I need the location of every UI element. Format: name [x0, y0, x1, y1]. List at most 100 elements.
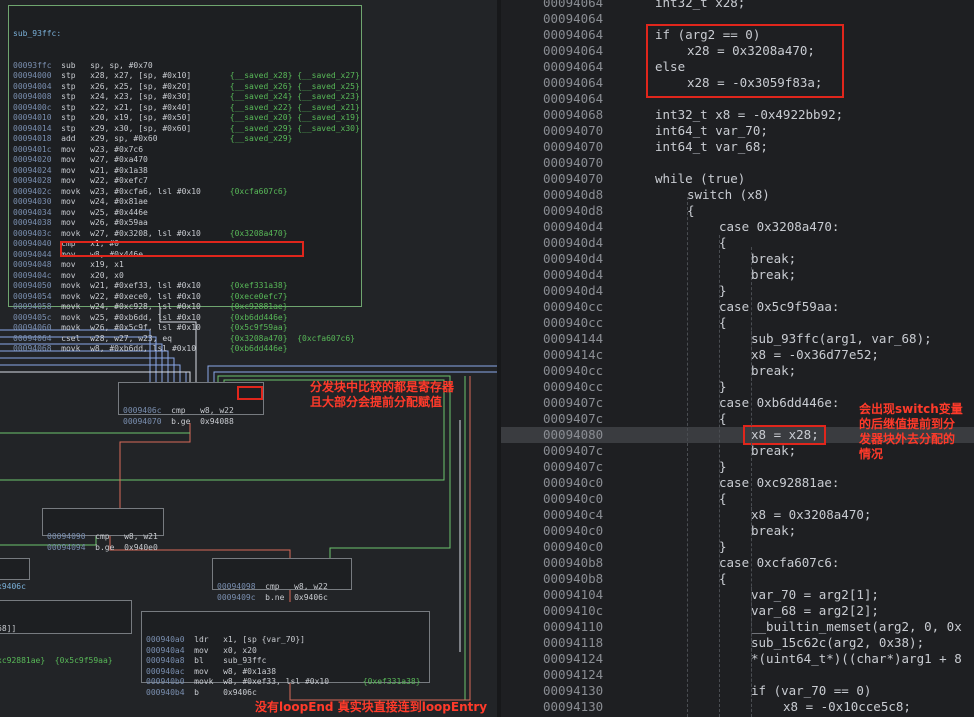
code-line[interactable]: 00094124	[501, 667, 974, 683]
basic-block-90[interactable]: 00094090 cmp w8, w21 00094094 b.ge 0x940…	[42, 508, 164, 552]
asm-instruction[interactable]: 00094020 mov w27, #0xa470	[13, 155, 357, 166]
code-line[interactable]: 000940cc}	[501, 379, 974, 395]
line-address: 0009410c	[543, 603, 604, 618]
code-line[interactable]: 000940d4 break;	[501, 251, 974, 267]
basic-block-entry[interactable]: sub_93ffc: 00093ffc sub sp, sp, #0x70 00…	[8, 5, 362, 353]
asm-instruction[interactable]: 00094008 stp x24, x23, [sp, #0x30] {__sa…	[13, 92, 360, 103]
basic-block-partial-left-1[interactable]: x9406c	[0, 558, 30, 591]
code-line[interactable]: 0009410c var_68 = arg2[2];	[501, 603, 974, 619]
asm-instruction[interactable]: 00094034 mov w25, #0x446e	[13, 208, 357, 219]
asm-instruction[interactable]: 0009404c mov x20, x0	[13, 271, 357, 282]
asm-instruction[interactable]: 00094050 movk w21, #0xef33, lsl #0x10 {0…	[13, 281, 357, 292]
asm-instruction[interactable]: 00094070 b.ge 0x94088	[123, 417, 259, 428]
code-line[interactable]: 00094104 var_70 = arg2[1];	[501, 587, 974, 603]
asm-instruction[interactable]: 0009409c b.ne 0x9406c	[217, 593, 347, 604]
asm-instruction[interactable]: 00094000 stp x28, x27, [sp, #0x10] {__sa…	[13, 71, 360, 82]
code-line[interactable]: 000940cc break;	[501, 363, 974, 379]
asm-instruction[interactable]: 00093ffc sub sp, sp, #0x70	[13, 61, 357, 72]
code-line[interactable]: 000940d4 break;	[501, 267, 974, 283]
line-address: 00094064	[543, 59, 604, 74]
code-line[interactable]: 000940c0 break;	[501, 523, 974, 539]
asm-operands: w8, #0xef33, lsl #0x10	[223, 677, 363, 686]
asm-instruction[interactable]: 00094024 mov w21, #0x1a38	[13, 166, 357, 177]
asm-instruction[interactable]: 000940b0 movk w8, #0xef33, lsl #0x10 {0x…	[146, 677, 425, 688]
asm-instruction[interactable]: 000940b4 b 0x9406c	[146, 688, 425, 699]
code-line[interactable]: 000940b8{	[501, 571, 974, 587]
line-source: int64_t var_70;	[655, 123, 768, 138]
code-line[interactable]: 000940c4 x8 = 0x3208a470;	[501, 507, 974, 523]
code-line[interactable]: 000940d8 switch (x8)	[501, 187, 974, 203]
code-line[interactable]: 000940cc{	[501, 315, 974, 331]
asm-instruction[interactable]: 0009402c movk w23, #0xcfa6, lsl #0x10 {0…	[13, 187, 357, 198]
asm-instruction[interactable]: 00094064 csel w28, w27, w23, eq {0x3208a…	[13, 334, 357, 345]
asm-instruction[interactable]: 00094048 mov x19, x1	[13, 260, 357, 271]
asm-operands: w8, w22	[294, 582, 434, 591]
asm-instruction[interactable]: 00094038 mov w26, #0x59aa	[13, 218, 357, 229]
graph-view[interactable]: sub_93ffc: 00093ffc sub sp, sp, #0x70 00…	[0, 0, 497, 717]
code-line[interactable]: 000940d8{	[501, 203, 974, 219]
asm-mnemonic: b.ge	[171, 416, 201, 426]
code-line[interactable]: 00094130 x8 = -0x10cce5c8;	[501, 699, 974, 715]
asm-instruction[interactable]: 00094054 movk w22, #0xece0, lsl #0x10 {0…	[13, 292, 357, 303]
asm-operands: x29, sp, #0x60	[90, 134, 230, 143]
line-source: int32_t x8 = -0x4922bb92;	[655, 107, 844, 122]
code-line[interactable]: 000940d4 case 0x3208a470:	[501, 219, 974, 235]
asm-instruction[interactable]: 00094060 movk w26, #0x5c9f, lsl #0x10 {0…	[13, 323, 357, 334]
line-address: 000940c0	[543, 475, 604, 490]
basic-block-partial-left-2[interactable]: 68]] xc92881ae} {0x5c9f59aa}	[0, 600, 132, 665]
indent-guide	[751, 331, 753, 381]
code-line[interactable]: 000940c0}	[501, 539, 974, 555]
code-line[interactable]: 00094070 while (true)	[501, 171, 974, 187]
code-line[interactable]: 000940d4}	[501, 283, 974, 299]
code-line[interactable]: 000940c0 case 0xc92881ae:	[501, 475, 974, 491]
code-line[interactable]: 000940d4{	[501, 235, 974, 251]
asm-address: 00093ffc	[13, 60, 62, 70]
asm-mnemonic: b.ge	[95, 542, 125, 552]
asm-instruction[interactable]: 00094090 cmp w8, w21	[47, 532, 159, 543]
asm-comment: {__saved_x29} {__saved_x30}	[229, 123, 360, 133]
asm-operands: w8, #0x1a38	[223, 666, 363, 676]
code-line[interactable]: 000940cc case 0x5c9f59aa:	[501, 299, 974, 315]
asm-instruction[interactable]: 00094030 mov w24, #0x81ae	[13, 197, 357, 208]
code-line[interactable]: 00094118 sub_15c62c(arg2, 0x38);	[501, 635, 974, 651]
asm-instruction[interactable]: 0009403c movk w27, #0x3208, lsl #0x10 {0…	[13, 229, 357, 240]
asm-operands: w26, #0x5c9f, lsl #0x10	[90, 323, 230, 332]
code-line[interactable]: 0009414c x8 = -0x36d77e52;	[501, 347, 974, 363]
code-line[interactable]: 00094130 if (var_70 == 0)	[501, 683, 974, 699]
asm-instruction[interactable]: 00094010 stp x20, x19, [sp, #0x50] {__sa…	[13, 113, 360, 124]
line-address: 00094070	[543, 123, 604, 138]
asm-instruction[interactable]: 0009405c movk w25, #0xb6dd, lsl #0x10 {0…	[13, 313, 357, 324]
asm-instruction[interactable]: 000940a8 bl sub_93ffc	[146, 656, 425, 667]
code-line[interactable]: 00094070 int64_t var_70;	[501, 123, 974, 139]
asm-instruction[interactable]: 0009406c cmp w8, w22	[123, 406, 259, 417]
asm-instruction[interactable]: 00094068 movk w8, #0xb6dd, lsl #0x10 {0x…	[13, 344, 357, 355]
asm-instruction[interactable]: 00094014 stp x29, x30, [sp, #0x60] {__sa…	[13, 123, 360, 135]
asm-instruction[interactable]: 00094098 cmp w8, w22	[217, 582, 347, 593]
asm-instruction[interactable]: 00094058 movk w24, #0xc928, lsl #0x10 {0…	[13, 302, 357, 313]
code-line[interactable]: 00094070 int64_t var_68;	[501, 139, 974, 155]
code-line[interactable]: 00094110 __builtin_memset(arg2, 0, 0x	[501, 619, 974, 635]
asm-instruction[interactable]: 0009401c mov w23, #0x7c6	[13, 145, 357, 156]
line-address: 00094070	[543, 139, 604, 154]
basic-block-98[interactable]: 00094098 cmp w8, w22 0009409c b.ne 0x940…	[212, 558, 352, 602]
asm-mnemonic: stp	[61, 71, 91, 80]
asm-instruction[interactable]: 000940a4 mov x0, x20	[146, 646, 425, 657]
asm-instruction[interactable]: 00094004 stp x26, x25, [sp, #0x20] {__sa…	[13, 82, 360, 93]
asm-instruction[interactable]: 000940a0 ldr x1, [sp {var_70}]	[146, 635, 425, 646]
code-line[interactable]: 00094068 int32_t x8 = -0x4922bb92;	[501, 107, 974, 123]
code-line[interactable]: 000940b8 case 0xcfa607c6:	[501, 555, 974, 571]
asm-instruction[interactable]: 0009400c stp x22, x21, [sp, #0x40] {__sa…	[13, 103, 360, 114]
asm-instruction[interactable]: 000940ac mov w8, #0x1a38	[146, 667, 425, 678]
asm-address: 00094098	[217, 582, 266, 591]
decompiler-view[interactable]: 00094064 int32_t x28; 00094064 00094064 if (…	[501, 0, 974, 717]
code-line[interactable]: 00094144 sub_93ffc(arg1, var_68);	[501, 331, 974, 347]
code-line[interactable]: 00094124 *(uint64_t*)((char*)arg1 + 8	[501, 651, 974, 667]
asm-comment: {__saved_x28} {__saved_x27}	[229, 71, 360, 80]
code-line[interactable]: 00094070	[501, 155, 974, 171]
code-line[interactable]: 00094064 int32_t x28;	[501, 0, 974, 11]
asm-instruction[interactable]: 00094028 mov w22, #0xefc7	[13, 176, 357, 187]
basic-block-a0[interactable]: 000940a0 ldr x1, [sp {var_70}] 000940a4 …	[141, 611, 430, 697]
asm-instruction[interactable]: 00094094 b.ge 0x940e0	[47, 543, 159, 554]
code-line[interactable]: 000940c0{	[501, 491, 974, 507]
asm-instruction[interactable]: 00094018 add x29, sp, #0x60 {__saved_x29…	[13, 134, 357, 145]
